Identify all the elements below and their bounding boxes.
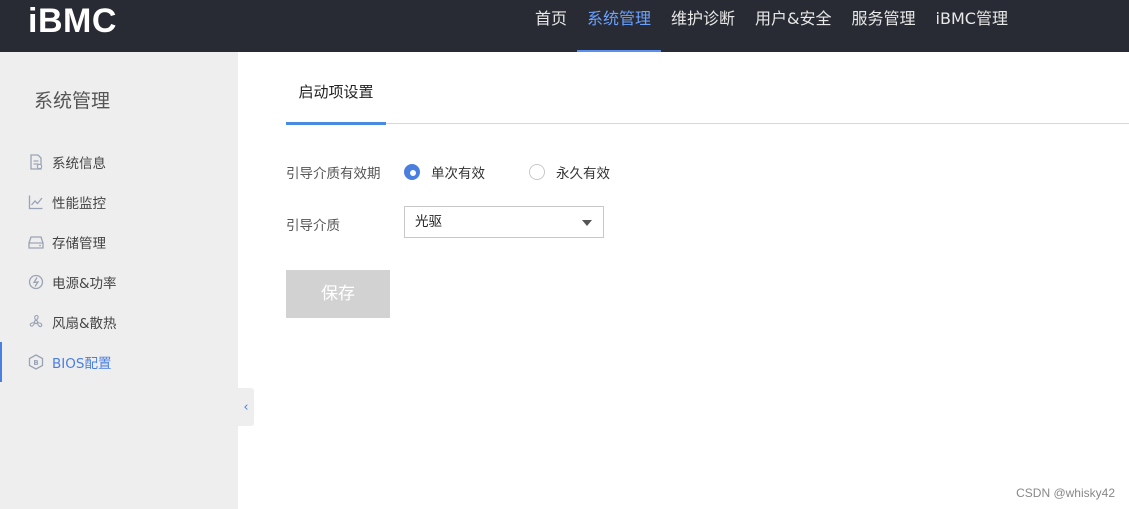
radio-circle (404, 164, 420, 180)
nav-item-service-management[interactable]: 服务管理 (842, 0, 926, 52)
radio-label: 永久有效 (556, 166, 610, 182)
nav-item-maintenance[interactable]: 维护诊断 (661, 0, 745, 52)
sidebar-item-storage[interactable]: 存储管理 (0, 222, 238, 262)
power-icon (27, 273, 45, 291)
sidebar-collapse-button[interactable]: ‹ (238, 388, 254, 426)
media-label: 引导介质 (286, 218, 340, 234)
ibmc-logo: iBMC (28, 2, 117, 40)
radio-circle (529, 164, 545, 180)
sidebar-title: 系统管理 (34, 90, 111, 112)
system-info-icon (27, 153, 45, 171)
nav-item-user-security[interactable]: 用户&安全 (745, 0, 841, 52)
sidebar-item-performance[interactable]: 性能监控 (0, 182, 238, 222)
sidebar-item-fan[interactable]: 风扇&散热 (0, 302, 238, 342)
tab-bar: 启动项设置 (286, 68, 1129, 125)
chart-line-icon (27, 193, 45, 211)
main-nav: 首页 系统管理 维护诊断 用户&安全 服务管理 iBMC管理 (525, 0, 1018, 52)
boot-media-select[interactable]: 光驱 (404, 206, 604, 238)
sidebar-item-system-info[interactable]: 系统信息 (0, 142, 238, 182)
sidebar-item-label: 风扇&散热 (52, 316, 117, 332)
watermark: CSDN @whisky42 (1016, 486, 1115, 500)
sidebar-item-label: 电源&功率 (52, 276, 117, 292)
nav-item-home[interactable]: 首页 (525, 0, 577, 52)
radio-label: 单次有效 (431, 166, 485, 182)
save-button[interactable]: 保存 (286, 270, 390, 318)
sidebar-item-label: 存储管理 (52, 236, 106, 252)
fan-icon (27, 313, 45, 331)
nav-item-system-management[interactable]: 系统管理 (577, 0, 662, 52)
nav-item-ibmc-management[interactable]: iBMC管理 (926, 0, 1018, 52)
svg-text:B: B (33, 359, 38, 367)
storage-icon (27, 233, 45, 251)
sidebar-item-power[interactable]: 电源&功率 (0, 262, 238, 302)
sidebar-item-label: BIOS配置 (52, 356, 112, 372)
bios-icon: B (27, 353, 45, 371)
sidebar-menu: 系统信息 性能监控 存储管理 电源&功率 风扇&散热 B BIOS配置 (0, 142, 238, 382)
sidebar: 系统管理 系统信息 性能监控 存储管理 电源&功率 风扇&散热 B BIOS配置 (0, 52, 238, 509)
top-navigation-bar: iBMC 首页 系统管理 维护诊断 用户&安全 服务管理 iBMC管理 (0, 0, 1129, 52)
tab-boot-settings[interactable]: 启动项设置 (286, 68, 386, 125)
validity-label: 引导介质有效期 (286, 166, 381, 182)
radio-once[interactable]: 单次有效 (404, 162, 485, 182)
caret-down-icon (582, 220, 592, 226)
radio-permanent[interactable]: 永久有效 (529, 162, 610, 182)
chevron-left-icon: ‹ (243, 399, 249, 415)
sidebar-item-label: 性能监控 (52, 196, 106, 212)
sidebar-item-label: 系统信息 (52, 156, 106, 172)
sidebar-item-bios[interactable]: B BIOS配置 (0, 342, 238, 382)
select-value: 光驱 (415, 214, 442, 230)
